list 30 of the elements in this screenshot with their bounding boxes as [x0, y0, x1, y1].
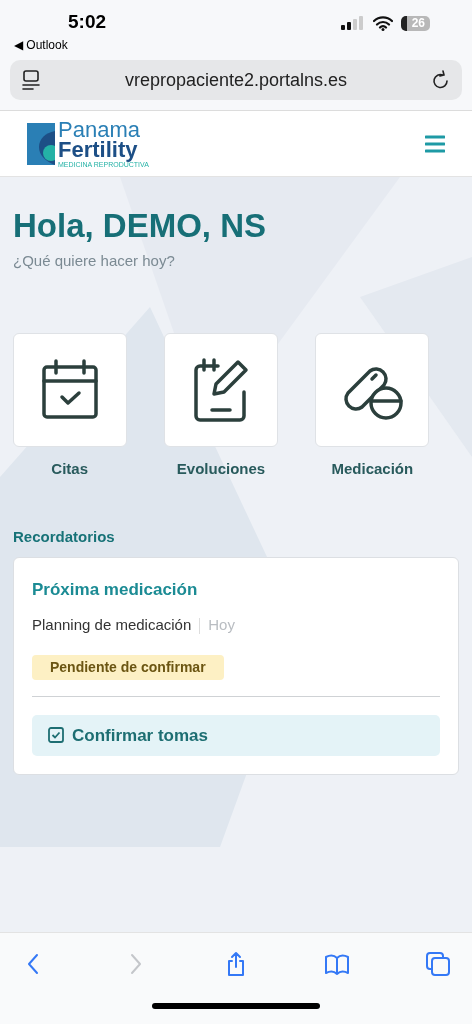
shortcut-tile[interactable] — [164, 332, 278, 447]
status-tag: Pendiente de confirmar — [32, 654, 224, 680]
logo-name: Panama — [58, 119, 141, 140]
shortcut-tile[interactable] — [12, 332, 127, 447]
greeting-title: Hola, DEMO, NS — [13, 206, 268, 246]
signal-icon — [340, 16, 365, 30]
menu-icon[interactable] — [425, 134, 445, 153]
logo-name-bold: Fertility — [58, 139, 138, 160]
back-to-app-link[interactable]: ◀ Outlook — [14, 36, 107, 54]
wifi-icon — [372, 15, 393, 31]
greeting-subtitle: ¿Qué quiere hacer hoy? — [13, 251, 176, 272]
url-text: vrepropaciente2.portalns.es — [124, 68, 348, 92]
reminders-heading: Recordatorios — [13, 527, 116, 548]
shortcut-label[interactable]: Citas — [51, 457, 88, 481]
checkbox-icon — [48, 727, 64, 744]
logo-mark-icon — [27, 122, 55, 165]
shortcut-label[interactable]: Evoluciones — [176, 457, 266, 481]
notepad-pencil-icon — [192, 357, 250, 422]
reload-icon[interactable] — [432, 70, 450, 90]
battery-indicator: 26 — [400, 15, 430, 31]
card-title: Próxima medicación — [32, 578, 199, 601]
reader-icon — [22, 70, 40, 90]
shortcut-tile[interactable] — [315, 332, 430, 447]
reminder-item: Planning de medicación — [32, 615, 192, 636]
confirm-button[interactable]: Confirmar tomas — [32, 714, 440, 756]
calendar-check-icon — [39, 358, 100, 421]
reminder-date: Hoy — [208, 615, 235, 636]
status-time: 5:02 — [68, 12, 107, 31]
shortcut-label[interactable]: Medicación — [331, 457, 414, 481]
address-bar[interactable]: vrepropaciente2.portalns.es — [10, 60, 462, 100]
